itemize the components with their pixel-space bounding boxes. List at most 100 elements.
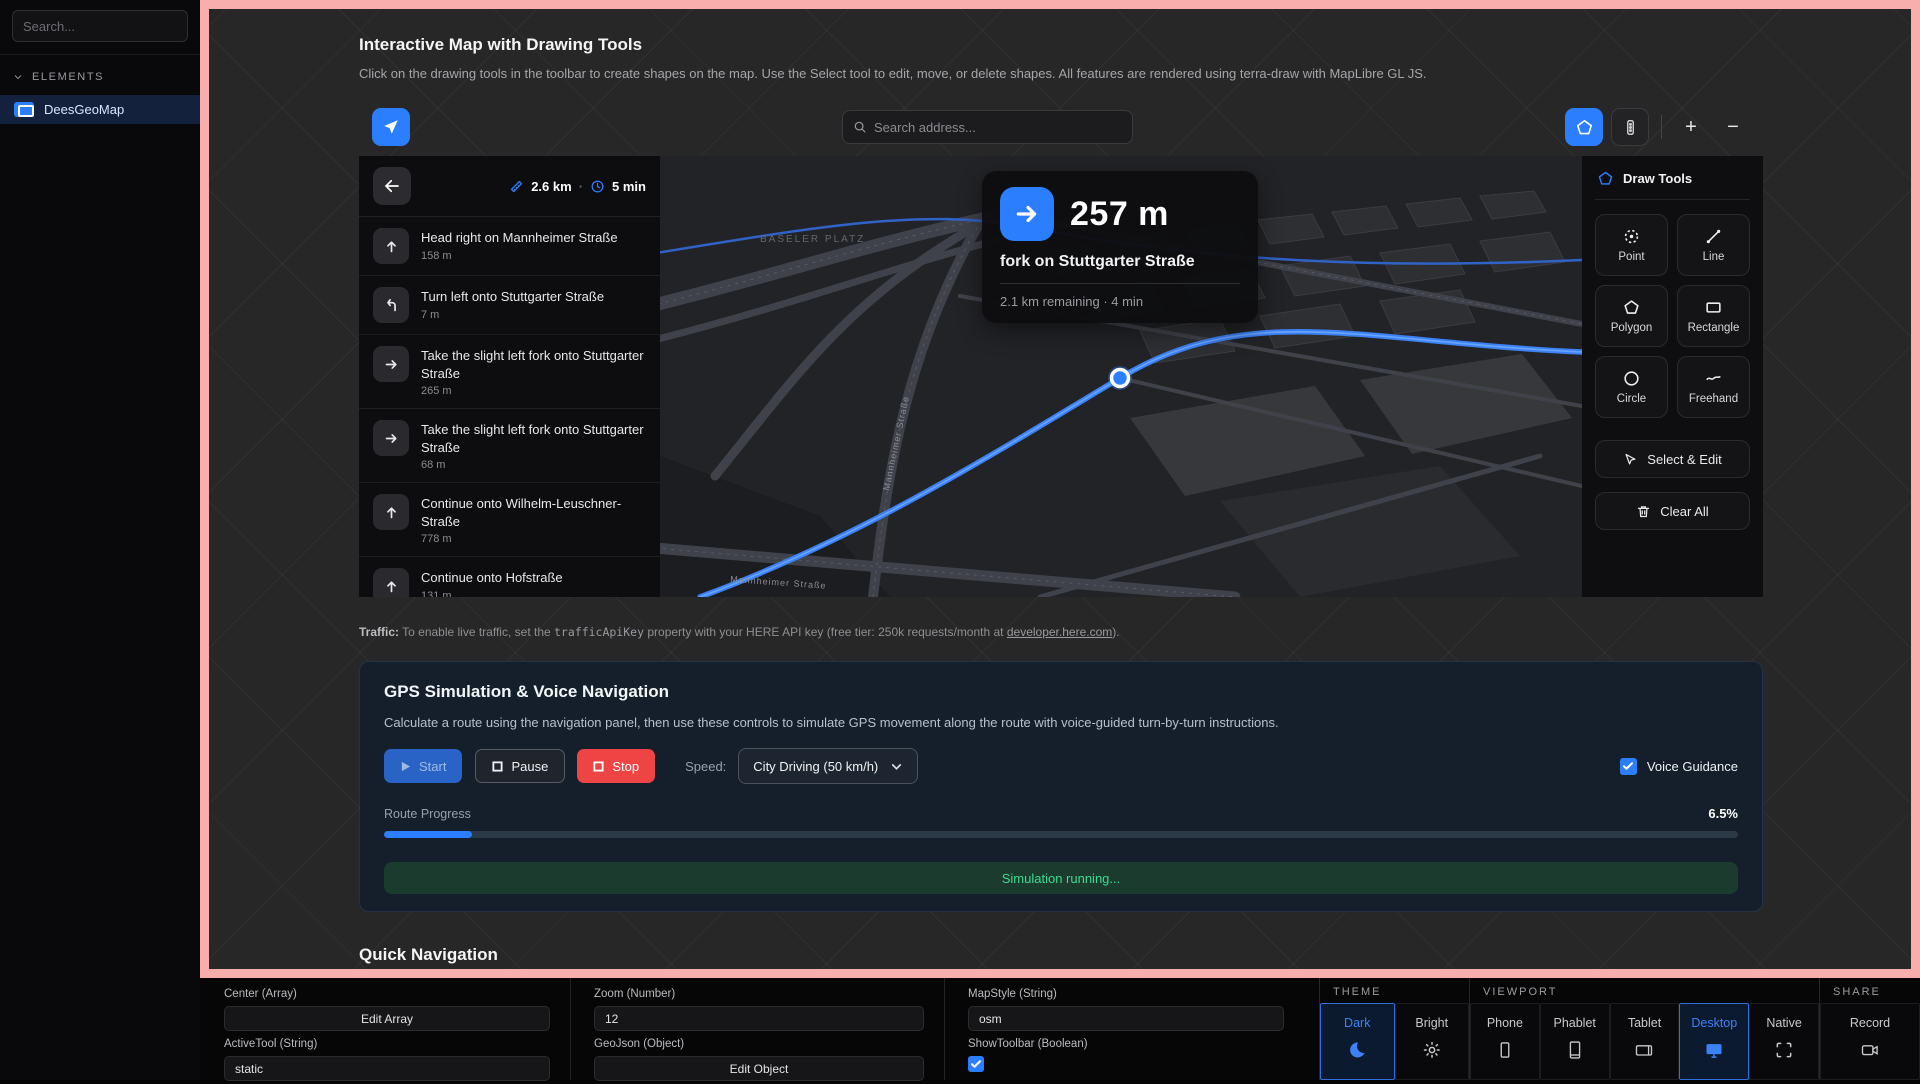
elements-section-header[interactable]: ELEMENTS: [0, 65, 200, 89]
map-style-button[interactable]: [1611, 108, 1649, 146]
map-canvas[interactable]: BASELER PLATZ Mannheimer Straße Mannheim…: [660, 156, 1582, 597]
sun-icon: [1422, 1040, 1442, 1060]
stop-button[interactable]: Stop: [577, 749, 655, 783]
draw-tools-panel: Draw Tools Point Line Polygon Rectangle: [1582, 156, 1763, 597]
props-sections: THEME Dark Bright VIEWPORT Phone: [1319, 978, 1920, 1080]
route-step[interactable]: Continue onto Wilhelm-Leuschner-Straße77…: [359, 483, 660, 557]
viewport-phablet-tile[interactable]: Phablet: [1540, 1003, 1610, 1080]
select-edit-button[interactable]: Select & Edit: [1595, 440, 1750, 478]
clear-all-button[interactable]: Clear All: [1595, 492, 1750, 530]
theme-bright-tile[interactable]: Bright: [1395, 1003, 1470, 1080]
viewport-section: VIEWPORT Phone Phablet Tablet Desktop: [1469, 978, 1819, 1080]
back-button[interactable]: [373, 167, 411, 205]
address-search-input[interactable]: [874, 120, 1122, 135]
divider: [944, 978, 945, 1080]
speed-select[interactable]: City Driving (50 km/h): [738, 748, 918, 784]
play-icon: [400, 761, 411, 772]
quick-navigation-title: Quick Navigation: [359, 945, 498, 965]
instruction-card: 257 m fork on Stuttgarter Straße 2.1 km …: [982, 171, 1258, 323]
divider: [570, 978, 571, 1080]
desktop-icon: [1704, 1040, 1724, 1060]
viewport-phone-tile[interactable]: Phone: [1470, 1003, 1540, 1080]
voice-guidance-toggle[interactable]: Voice Guidance: [1620, 758, 1738, 775]
tool-polygon[interactable]: Polygon: [1595, 285, 1668, 347]
viewport-desktop-tile[interactable]: Desktop: [1679, 1003, 1749, 1080]
tool-line[interactable]: Line: [1677, 214, 1750, 276]
showtoolbar-checkbox[interactable]: [968, 1056, 984, 1072]
navigation-header: 2.6 km · 5 min: [359, 156, 660, 217]
address-search: [842, 110, 1133, 144]
story-frame: Interactive Map with Drawing Tools Click…: [200, 0, 1920, 978]
prop-label: Zoom (Number): [594, 988, 924, 1000]
speed-label: Speed:: [685, 759, 726, 774]
trash-icon: [1636, 504, 1651, 519]
tool-freehand[interactable]: Freehand: [1677, 356, 1750, 418]
native-icon: [1774, 1040, 1794, 1060]
route-step[interactable]: Take the slight left fork onto Stuttgart…: [359, 335, 660, 409]
pause-button[interactable]: Pause: [475, 749, 565, 783]
instruction-remaining: 2.1 km remaining · 4 min: [1000, 294, 1240, 309]
zoom-out-button[interactable]: −: [1716, 110, 1750, 144]
page-description: Click on the drawing tools in the toolba…: [359, 66, 1619, 81]
progress-value: 6.5%: [1708, 806, 1738, 821]
turn-left-icon: [383, 297, 400, 314]
cursor-icon: [1623, 452, 1638, 467]
viewport-tablet-tile[interactable]: Tablet: [1610, 1003, 1680, 1080]
theme-dark-tile[interactable]: Dark: [1320, 1003, 1395, 1080]
route-step[interactable]: Head right on Mannheimer Straße158 m: [359, 217, 660, 276]
tool-circle[interactable]: Circle: [1595, 356, 1668, 418]
locate-button[interactable]: [372, 108, 410, 146]
map-toolbar: + −: [359, 108, 1763, 148]
pentagon-icon: [1575, 118, 1594, 137]
mapstyle-input[interactable]: [968, 1006, 1284, 1031]
search-icon: [853, 120, 867, 134]
record-icon: [1860, 1040, 1880, 1060]
theme-section: THEME Dark Bright: [1319, 978, 1469, 1080]
sidebar-search-input[interactable]: [12, 10, 188, 42]
activetool-input[interactable]: [224, 1056, 550, 1081]
route-step[interactable]: Turn left onto Stuttgarter Straße7 m: [359, 276, 660, 335]
phablet-icon: [1565, 1040, 1585, 1060]
navigation-arrow-icon: [382, 118, 400, 136]
sidebar-item-label: DeesGeoMap: [44, 102, 124, 117]
circle-icon: [1622, 369, 1641, 388]
route-summary: 2.6 km · 5 min: [509, 179, 646, 194]
divider: [0, 54, 200, 55]
route-steps-list: Head right on Mannheimer Straße158 m Tur…: [359, 217, 660, 597]
props-fields: Center (Array) Edit Array Zoom (Number) …: [200, 978, 1304, 1080]
arrow-left-icon: [383, 177, 401, 195]
share-record-tile[interactable]: Record: [1820, 1003, 1920, 1080]
draw-tools-toggle-button[interactable]: [1565, 108, 1603, 146]
pause-icon: [492, 761, 503, 772]
tool-rectangle[interactable]: Rectangle: [1677, 285, 1750, 347]
clock-icon: [590, 179, 605, 194]
separator-dot: ·: [579, 179, 583, 194]
line-icon: [1704, 227, 1723, 246]
arrow-up-icon: [383, 238, 400, 255]
navigation-panel: 2.6 km · 5 min Head right on Mannheimer …: [359, 156, 660, 597]
map-toolbar-cluster: + −: [1565, 108, 1750, 146]
gps-panel: GPS Simulation & Voice Navigation Calcul…: [359, 661, 1763, 912]
route-step[interactable]: Take the slight left fork onto Stuttgart…: [359, 409, 660, 483]
progress-label: Route Progress: [384, 807, 471, 821]
edit-array-button[interactable]: Edit Array: [224, 1006, 550, 1031]
rectangle-icon: [1704, 298, 1723, 317]
progress-fill: [384, 831, 472, 838]
progress-track: [384, 831, 1738, 838]
share-section: SHARE Record: [1819, 978, 1920, 1080]
zoom-input[interactable]: [594, 1006, 924, 1031]
story-canvas: Interactive Map with Drawing Tools Click…: [209, 9, 1911, 969]
developer-here-link[interactable]: developer.here.com: [1007, 625, 1112, 639]
device-icon: [1621, 118, 1640, 137]
start-button[interactable]: Start: [384, 749, 462, 783]
gps-controls: Start Pause Stop Speed: City Driving (50…: [384, 748, 1738, 784]
viewport-native-tile[interactable]: Native: [1749, 1003, 1819, 1080]
phone-icon: [1495, 1040, 1515, 1060]
sidebar-item-deesgeomap[interactable]: DeesGeoMap: [0, 95, 200, 124]
tool-point[interactable]: Point: [1595, 214, 1668, 276]
route-step[interactable]: Continue onto Hofstraße131 m: [359, 557, 660, 597]
traffic-note: Traffic: To enable live traffic, set the…: [359, 625, 1120, 639]
arrow-right-icon: [383, 356, 400, 373]
edit-object-button[interactable]: Edit Object: [594, 1056, 924, 1081]
zoom-in-button[interactable]: +: [1674, 110, 1708, 144]
